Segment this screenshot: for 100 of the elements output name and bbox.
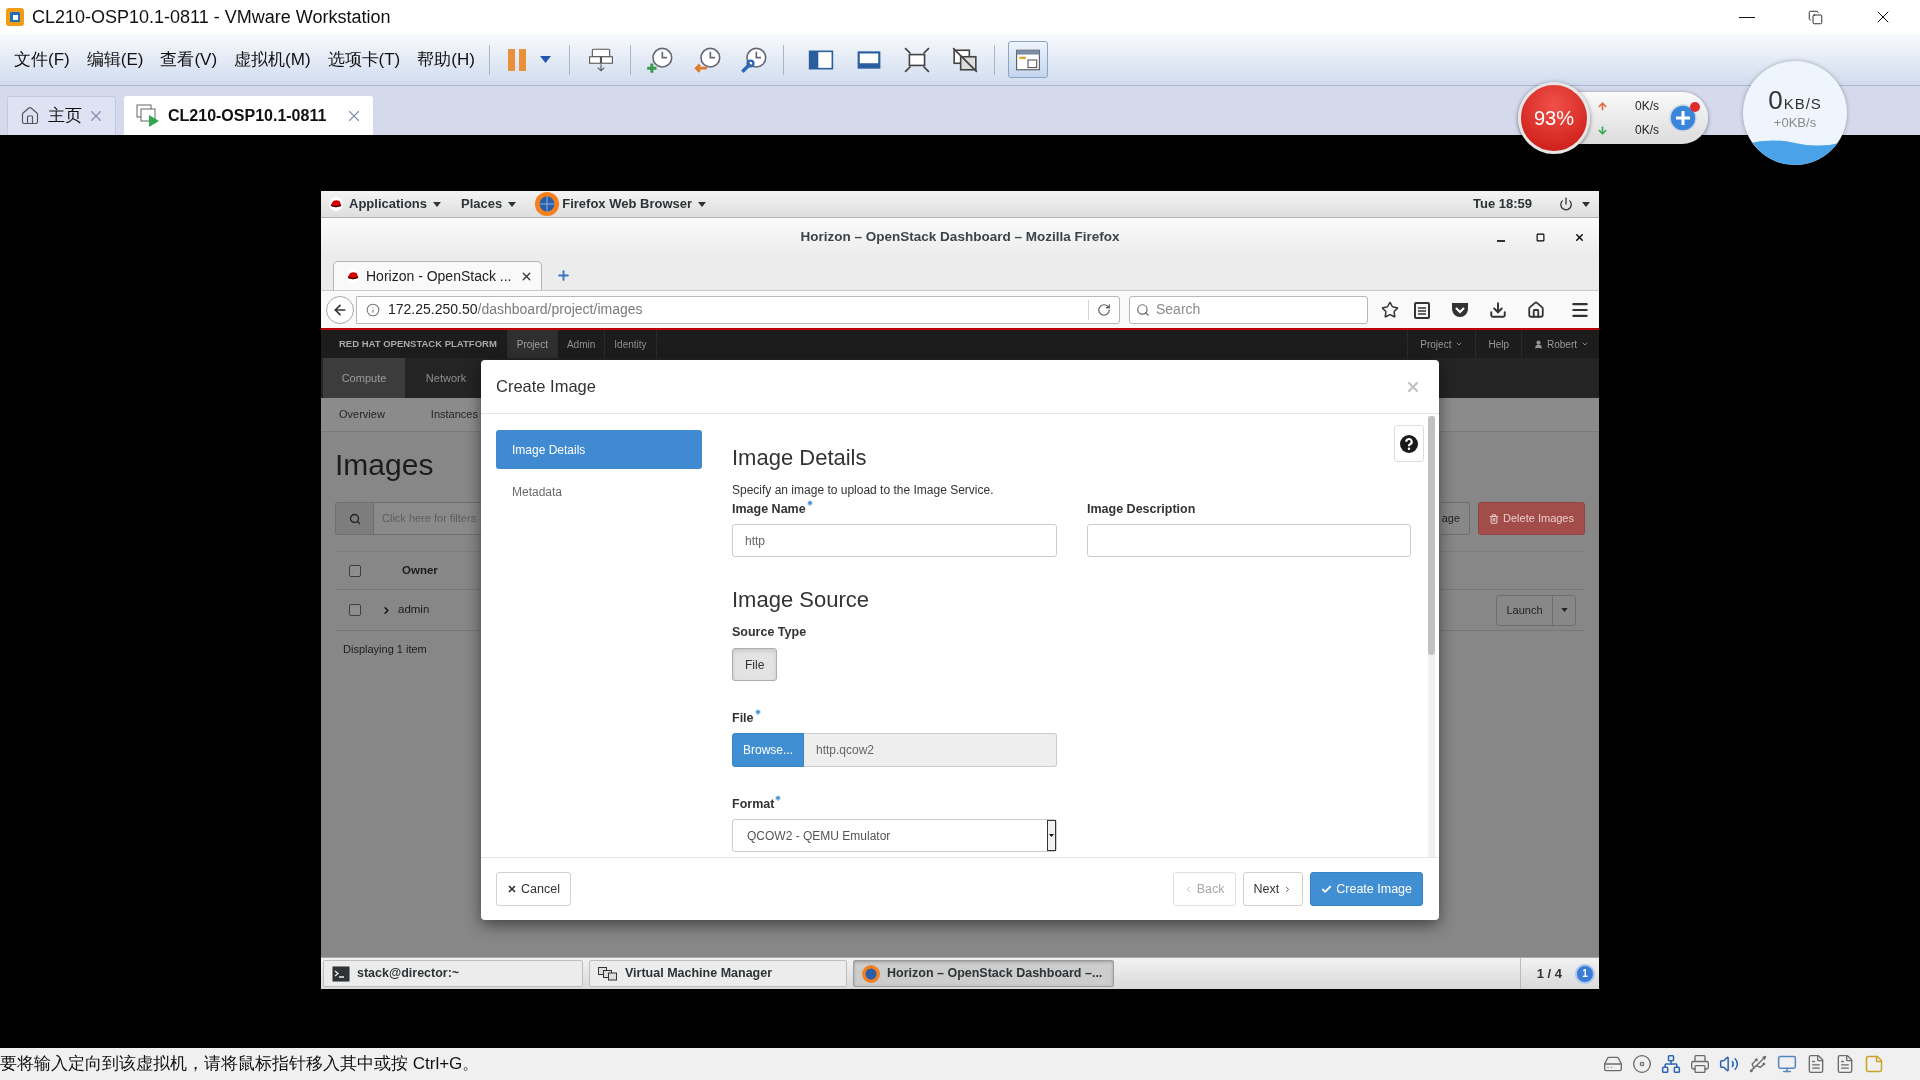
disc-icon[interactable] xyxy=(1632,1054,1652,1074)
keys-icon xyxy=(587,46,614,73)
reload-icon[interactable] xyxy=(1097,302,1111,317)
panel-menu[interactable]: Places xyxy=(461,196,517,212)
cancel-button[interactable]: Cancel xyxy=(496,872,571,906)
wizard-step[interactable]: Metadata xyxy=(496,472,702,511)
field-label: Image Description xyxy=(1087,501,1196,517)
wizard-step[interactable]: Image Details xyxy=(496,430,702,469)
search-placeholder: Search xyxy=(1156,300,1201,319)
usb-icon[interactable] xyxy=(1748,1054,1768,1074)
launch-split-button[interactable]: Launch xyxy=(1496,594,1576,626)
top-nav-tab[interactable]: Project xyxy=(506,330,558,358)
file-name-field[interactable]: http.qcow2 xyxy=(804,733,1057,767)
nav-tab[interactable]: Compute xyxy=(323,358,405,398)
download-speed: 0K/s xyxy=(1635,122,1659,139)
search-icon xyxy=(1136,302,1150,317)
section-heading: Image Details xyxy=(732,444,867,472)
speed-delta: +0KB/s xyxy=(1773,115,1817,130)
image-description-field[interactable] xyxy=(1087,524,1411,557)
plus-icon[interactable] xyxy=(1669,104,1697,132)
search-field[interactable]: Search xyxy=(1129,295,1368,324)
new-tab-icon[interactable] xyxy=(556,268,571,283)
menu-item[interactable]: 选项卡(T) xyxy=(327,47,401,72)
home-icon[interactable] xyxy=(1527,300,1545,319)
maximize-icon xyxy=(1535,233,1545,242)
format-select[interactable]: QCOW2 - QEMU Emulator xyxy=(732,819,1057,852)
notification-count[interactable]: 1 xyxy=(1575,963,1595,984)
vm-tab[interactable]: 主页 xyxy=(7,96,116,135)
pocket-icon[interactable] xyxy=(1451,300,1469,319)
subnav-tab[interactable]: Instances xyxy=(430,406,478,423)
tab-label: Horizon - OpenStack ... xyxy=(366,266,512,286)
expand-icon[interactable] xyxy=(381,604,392,616)
upload-arrow-icon xyxy=(1597,100,1608,112)
vm-tab[interactable]: CL210-OSP10.1-0811 xyxy=(124,96,373,135)
globe-icon xyxy=(534,191,561,217)
dialog-title: Create Image xyxy=(496,376,596,398)
clipboard-icon[interactable] xyxy=(1413,300,1431,319)
checkbox[interactable] xyxy=(349,604,361,616)
app-menu[interactable]: Firefox Web Browser xyxy=(562,196,706,212)
tab-label: 主页 xyxy=(48,105,82,128)
minimize-icon xyxy=(1497,239,1505,242)
speaker-icon[interactable] xyxy=(1719,1054,1739,1074)
hard-drive-icon[interactable] xyxy=(1603,1054,1623,1074)
help-button[interactable] xyxy=(1394,425,1424,462)
caret-icon xyxy=(433,201,441,207)
url-field[interactable]: 172.25.250.50/dashboard/project/images xyxy=(356,295,1120,324)
document-icon[interactable] xyxy=(1806,1054,1826,1074)
browse-button[interactable]: Browse... xyxy=(732,733,804,767)
status-message: 要将输入定向到该虚拟机，请将鼠标指针移入其中或按 Ctrl+G。 xyxy=(0,1053,480,1076)
scrollbar-thumb[interactable] xyxy=(1428,416,1435,655)
action-button[interactable]: age xyxy=(1440,502,1471,535)
menu-item[interactable]: 查看(V) xyxy=(160,47,218,72)
globe-icon xyxy=(862,964,880,983)
caret-icon xyxy=(1581,340,1589,348)
section-description: Specify an image to upload to the Image Service. xyxy=(732,482,994,498)
workspace-indicator[interactable]: 1 / 4 xyxy=(1536,963,1562,984)
user-icon xyxy=(1534,339,1543,349)
panel-menu[interactable]: Applications xyxy=(349,196,441,212)
fullscreen-icon xyxy=(903,46,930,73)
image-name-field[interactable]: http xyxy=(732,524,1057,557)
notification-dot-icon xyxy=(1690,102,1700,112)
field-label: File xyxy=(732,710,754,726)
menu-item[interactable]: 文件(F) xyxy=(14,47,70,72)
clock: Tue 18:59 xyxy=(1473,196,1532,212)
download-icon[interactable] xyxy=(1489,300,1507,319)
clock-plus-icon xyxy=(645,45,674,74)
delete-button[interactable]: Delete Images xyxy=(1478,502,1585,535)
table-cell-text: admin xyxy=(398,602,430,618)
source-type-toggle[interactable]: File xyxy=(732,648,778,681)
taskbar-button[interactable]: Horizon – OpenStack Dashboard –... xyxy=(853,960,1114,987)
power-menu[interactable] xyxy=(1559,197,1590,211)
caret-icon xyxy=(1582,201,1590,207)
taskbar-button[interactable]: stack@director:~ xyxy=(323,960,583,987)
console-button[interactable] xyxy=(1007,41,1048,78)
document-icon[interactable] xyxy=(1835,1054,1855,1074)
clock-wrench-icon xyxy=(739,45,768,74)
section-heading: Image Source xyxy=(732,586,869,614)
create-button[interactable]: Create Image xyxy=(1310,872,1423,906)
next-button[interactable]: Next xyxy=(1242,872,1304,906)
taskbar-button[interactable]: Virtual Machine Manager xyxy=(589,960,847,987)
pause-icon xyxy=(507,48,526,71)
printer-icon[interactable] xyxy=(1690,1054,1710,1074)
close-icon xyxy=(507,884,517,894)
upload-speed: 0K/s xyxy=(1635,98,1659,115)
back-button[interactable] xyxy=(326,295,354,324)
caret-icon xyxy=(1455,340,1464,348)
menu-item[interactable]: 帮助(H) xyxy=(417,47,475,72)
network-icon[interactable] xyxy=(1661,1054,1681,1074)
star-icon[interactable] xyxy=(1381,300,1399,319)
subnav-tab[interactable]: Overview xyxy=(339,406,385,423)
checkbox[interactable] xyxy=(349,564,361,577)
browser-tab[interactable]: Horizon - OpenStack ... xyxy=(333,261,542,290)
nav-tab[interactable]: Network xyxy=(405,358,487,398)
download-arrow-icon xyxy=(1597,124,1608,136)
menu-item[interactable]: 编辑(E) xyxy=(86,47,144,72)
menu-item[interactable]: 虚拟机(M) xyxy=(234,47,311,72)
tab-label: CL210-OSP10.1-0811 xyxy=(168,105,327,126)
monitor-icon[interactable] xyxy=(1777,1054,1797,1074)
hat-icon xyxy=(346,269,360,283)
help-icon xyxy=(1400,434,1418,453)
